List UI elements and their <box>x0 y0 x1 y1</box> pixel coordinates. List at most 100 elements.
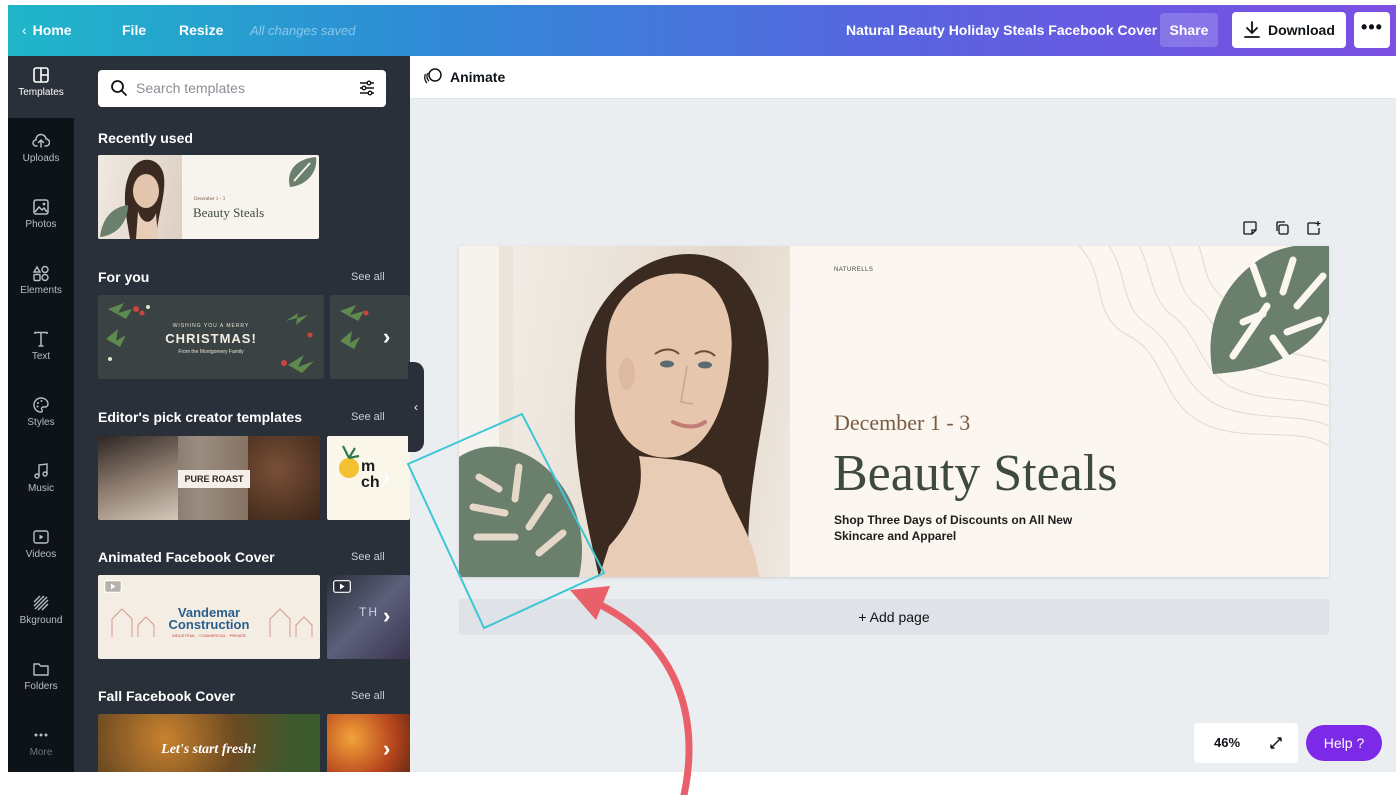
rail-label: Videos <box>25 549 57 560</box>
file-menu[interactable]: File <box>122 5 146 56</box>
rail-tab-more[interactable]: More <box>8 716 74 772</box>
save-status: All changes saved <box>250 23 356 38</box>
section-title-animated-cover: Animated Facebook Cover <box>98 549 275 565</box>
thumb-roast-label: PURE ROAST <box>178 470 250 488</box>
thumb-vandemar-2: Construction <box>168 617 250 632</box>
search-input[interactable] <box>136 78 346 98</box>
background-icon <box>33 595 49 611</box>
thumb-vandemar-sub: INDUSTRIAL · COMMERCIAL · PRIVATE <box>171 633 247 638</box>
monstera-leaf-bottom <box>459 446 582 577</box>
section-title-recently-used: Recently used <box>98 130 193 146</box>
headline[interactable]: Beauty Steals <box>833 444 1118 503</box>
rail-label: Elements <box>20 285 62 296</box>
thumb-partial-th: TH <box>359 605 379 619</box>
thumb-date: December 1 - 3 <box>194 197 225 202</box>
section-title-editors-pick: Editor's pick creator templates <box>98 409 303 425</box>
styles-icon <box>33 397 49 413</box>
thumb-title: Beauty Steals <box>193 205 265 220</box>
help-button[interactable]: Help ? <box>1306 725 1382 761</box>
zoom-control[interactable]: 46% <box>1194 723 1298 763</box>
canva-editor: ‹ Home File Resize All changes saved Natu… <box>8 5 1396 772</box>
rail-tab-elements[interactable]: Elements <box>8 254 74 316</box>
rail-tab-uploads[interactable]: Uploads <box>8 122 74 184</box>
thumb-partial-ch: ch <box>361 474 380 491</box>
text-icon <box>34 331 48 347</box>
brand-name[interactable]: NATURELLS <box>834 267 873 273</box>
monstera-leaf-top <box>1210 246 1329 374</box>
template-thumbnail-vandemar[interactable]: Vandemar Construction INDUSTRIAL · COMME… <box>98 575 320 659</box>
top-bar: ‹ Home File Resize All changes saved Natu… <box>8 5 1396 56</box>
templates-icon <box>33 67 49 83</box>
folders-icon <box>33 663 49 676</box>
rail-tab-music[interactable]: Music <box>8 452 74 514</box>
rail-tab-folders[interactable]: Folders <box>8 650 74 712</box>
see-all-link[interactable]: See all <box>351 271 385 283</box>
rail-label: Folders <box>24 681 58 692</box>
design-page[interactable]: NATURELLS December 1 - 3 Beauty Steals S… <box>459 246 1329 577</box>
search-icon <box>111 80 127 96</box>
template-thumbnail-partial-2[interactable]: m ch <box>327 436 410 520</box>
more-options-button[interactable]: ••• <box>1354 12 1390 48</box>
chevron-right-icon[interactable]: › <box>383 736 390 762</box>
section-title-fall-cover: Fall Facebook Cover <box>98 688 235 704</box>
rail-label: Styles <box>27 417 55 428</box>
template-thumbnail-partial[interactable] <box>330 295 410 379</box>
duplicate-page-icon[interactable] <box>1274 220 1290 241</box>
rail-tab-templates[interactable]: Templates <box>8 56 74 118</box>
share-button[interactable]: Share <box>1160 13 1218 47</box>
rail-tab-styles[interactable]: Styles <box>8 386 74 448</box>
rail-tab-text[interactable]: Text <box>8 320 74 382</box>
rail-tab-background[interactable]: Bkground <box>8 584 74 646</box>
see-all-link[interactable]: See all <box>351 411 385 423</box>
see-all-link[interactable]: See all <box>351 551 385 563</box>
rail-tab-photos[interactable]: Photos <box>8 188 74 250</box>
rail-tab-videos[interactable]: Videos <box>8 518 74 580</box>
chevron-right-icon[interactable]: › <box>383 464 390 490</box>
more-icon <box>34 733 48 737</box>
photos-icon <box>33 199 49 215</box>
rail-label: Bkground <box>19 615 63 626</box>
add-page-button[interactable]: + Add page <box>459 599 1329 635</box>
play-badge-icon <box>104 580 122 593</box>
template-thumbnail-pure-roast[interactable]: PURE ROAST <box>98 436 320 520</box>
thumb-xmas-sub: From the Montgomery Family <box>178 349 244 355</box>
leaf-icon <box>100 205 128 237</box>
download-icon <box>1244 21 1260 38</box>
template-thumbnail-christmas[interactable]: WISHING YOU A MERRY CHRISTMAS! From the … <box>98 295 324 379</box>
template-thumbnail-beauty-steals[interactable]: December 1 - 3 Beauty Steals <box>98 155 319 239</box>
event-date[interactable]: December 1 - 3 <box>834 410 970 436</box>
thumb-beans-photo <box>248 436 320 520</box>
download-button[interactable]: Download <box>1232 12 1346 48</box>
rail-label: More <box>29 747 53 758</box>
chevron-right-icon[interactable]: › <box>383 324 390 350</box>
collapse-panel-button[interactable]: ‹ <box>408 362 424 452</box>
document-title[interactable]: Natural Beauty Holiday Steals Facebook C… <box>846 5 1157 56</box>
template-thumbnail-partial-4[interactable] <box>327 714 410 772</box>
thumb-fresh-title: Let's start fresh! <box>161 742 257 757</box>
rail-label: Photos <box>25 219 57 230</box>
search-box <box>98 70 386 107</box>
elements-icon <box>32 265 49 282</box>
videos-icon <box>33 530 49 544</box>
download-label: Download <box>1268 22 1335 38</box>
thumb-xmas-title: CHRISTMAS! <box>165 331 257 346</box>
template-thumbnail-partial-3[interactable]: TH <box>327 575 410 659</box>
fullscreen-icon[interactable] <box>1268 735 1284 751</box>
template-thumbnail-fall[interactable]: Let's start fresh! <box>98 714 320 772</box>
rail-label: Templates <box>18 87 64 98</box>
animate-button[interactable]: Animate <box>424 67 505 85</box>
add-page-icon[interactable] <box>1306 220 1322 241</box>
chevron-right-icon[interactable]: › <box>383 603 390 629</box>
holly-icon <box>340 305 369 349</box>
music-icon <box>34 463 48 479</box>
zoom-level[interactable]: 46% <box>1214 735 1240 750</box>
home-button[interactable]: ‹ Home <box>22 5 72 56</box>
filter-icon[interactable] <box>358 79 376 97</box>
model-photo[interactable] <box>459 246 790 577</box>
add-note-icon[interactable] <box>1242 220 1258 241</box>
resize-button[interactable]: Resize <box>179 5 223 56</box>
side-rail: Templates Uploads Photos Elements Text S… <box>8 56 74 772</box>
see-all-link[interactable]: See all <box>351 690 385 702</box>
subtext[interactable]: Shop Three Days of Discounts on All New … <box>834 512 1114 544</box>
home-label: Home <box>32 22 72 38</box>
